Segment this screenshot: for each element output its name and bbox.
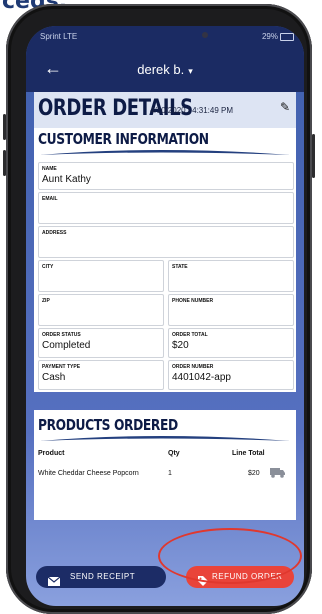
- status-bar: Sprint LTE 29%: [26, 26, 304, 48]
- order-total-field[interactable]: ORDER TOTAL $20: [168, 328, 294, 358]
- column-qty: Qty: [168, 450, 180, 457]
- city-field[interactable]: CITY: [38, 260, 164, 292]
- order-status-label: ORDER STATUS: [42, 332, 81, 338]
- email-label: EMAIL: [42, 196, 58, 202]
- phone-field[interactable]: PHONE NUMBER: [168, 294, 294, 326]
- battery-percent: 29%: [261, 32, 278, 41]
- name-label: NAME: [42, 166, 57, 172]
- state-label: STATE: [172, 264, 188, 270]
- phone-frame: Sprint LTE 29% ← derek b. ▾ ORDER DETAILS…: [3, 4, 315, 614]
- order-number-field[interactable]: ORDER NUMBER 4401042-app: [168, 360, 294, 390]
- zip-label: ZIP: [42, 298, 50, 304]
- order-datetime: 4/10/2020 | 4:31:49 PM: [150, 106, 234, 115]
- send-receipt-button[interactable]: SEND RECEIPT: [36, 566, 166, 588]
- address-label: ADDRESS: [42, 230, 67, 236]
- payment-type-label: PAYMENT TYPE: [42, 364, 81, 370]
- pencil-icon[interactable]: ✎: [280, 100, 290, 114]
- order-status-value: Completed: [42, 340, 91, 351]
- name-value: Aunt Kathy: [42, 174, 91, 185]
- product-name: White Cheddar Cheese Popcorn: [38, 470, 139, 477]
- order-total-label: ORDER TOTAL: [172, 332, 208, 338]
- address-field[interactable]: ADDRESS: [38, 226, 294, 258]
- user-name: derek b.: [137, 62, 185, 77]
- phone-label: PHONE NUMBER: [172, 298, 214, 304]
- product-qty: 1: [168, 470, 172, 477]
- send-receipt-label: SEND RECEIPT: [70, 572, 136, 581]
- state-field[interactable]: STATE: [168, 260, 294, 292]
- email-field[interactable]: EMAIL: [38, 192, 294, 224]
- order-details-card: ORDER DETAILS 4/10/2020 | 4:31:49 PM ✎ C…: [34, 92, 296, 392]
- column-product: Product: [38, 450, 65, 457]
- column-line-total: Line Total: [232, 450, 265, 457]
- product-total: $20: [248, 470, 260, 477]
- envelope-icon: [47, 573, 61, 595]
- swoosh-divider: [40, 150, 290, 155]
- customer-info-title: CUSTOMER INFORMATION: [38, 130, 209, 148]
- top-nav: ← derek b. ▾: [26, 48, 304, 92]
- volume-up-button: [3, 114, 6, 140]
- city-label: CITY: [42, 264, 54, 270]
- order-number-label: ORDER NUMBER: [172, 364, 214, 370]
- battery-icon: [280, 33, 294, 41]
- name-field[interactable]: NAME Aunt Kathy: [38, 162, 294, 190]
- payment-type-field[interactable]: PAYMENT TYPE Cash: [38, 360, 164, 390]
- order-header: ORDER DETAILS 4/10/2020 | 4:31:49 PM ✎: [34, 92, 296, 128]
- order-status-field[interactable]: ORDER STATUS Completed: [38, 328, 164, 358]
- power-button: [312, 134, 315, 178]
- zip-field[interactable]: ZIP: [38, 294, 164, 326]
- order-number-value: 4401042-app: [172, 372, 231, 383]
- camera-icon: [202, 32, 208, 38]
- app-screen: Sprint LTE 29% ← derek b. ▾ ORDER DETAILS…: [26, 26, 304, 606]
- volume-down-button: [3, 150, 6, 176]
- chevron-down-icon: ▾: [188, 66, 193, 76]
- products-title: PRODUCTS ORDERED: [38, 416, 178, 434]
- highlight-circle: [158, 528, 302, 584]
- order-total-value: $20: [172, 340, 189, 351]
- payment-type-value: Cash: [42, 372, 66, 383]
- truck-icon[interactable]: [270, 467, 286, 481]
- carrier-label: Sprint LTE: [40, 32, 78, 41]
- products-card: PRODUCTS ORDERED Product Qty Line Total …: [34, 410, 296, 520]
- user-menu[interactable]: derek b. ▾: [26, 62, 304, 77]
- swoosh-divider: [40, 436, 290, 441]
